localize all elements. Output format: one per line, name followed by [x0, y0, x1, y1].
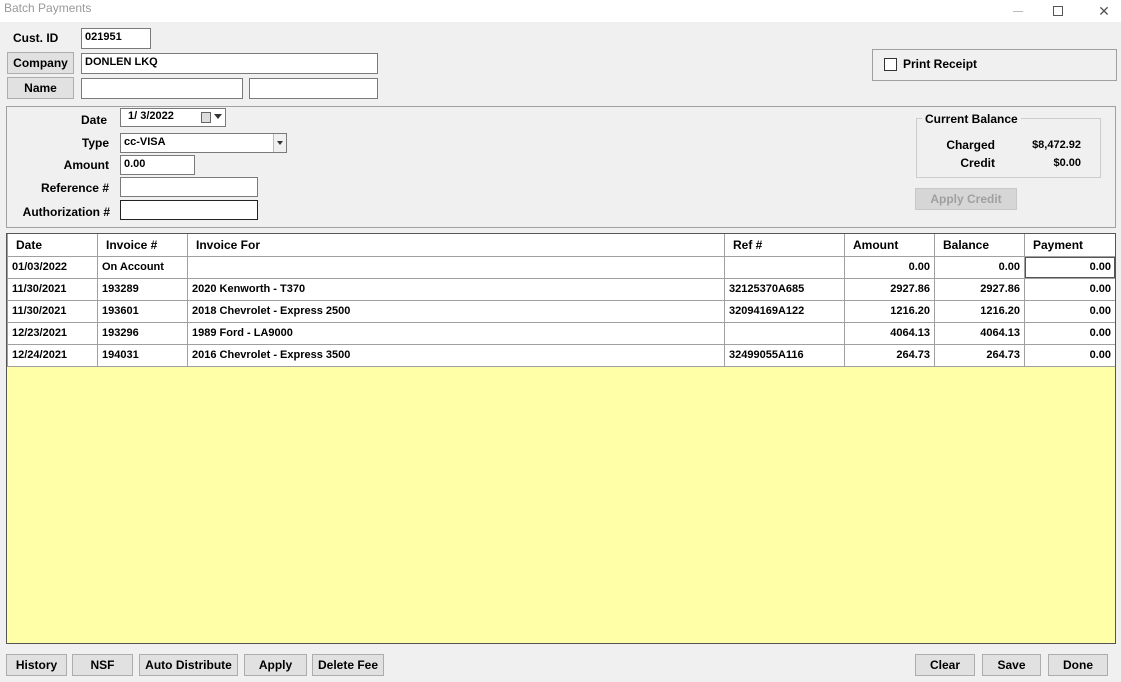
- cell-payment-input[interactable]: 0.00: [1024, 321, 1115, 345]
- column-header[interactable]: Amount: [844, 234, 935, 257]
- cell-invoice: On Account: [97, 255, 188, 279]
- apply-credit-button[interactable]: Apply Credit: [915, 188, 1017, 210]
- cell-date: 12/24/2021: [7, 343, 98, 367]
- table-header-row: Date Invoice # Invoice For Ref # Amount …: [7, 234, 1115, 257]
- table-row[interactable]: 11/30/2021 193601 2018 Chevrolet - Expre…: [7, 299, 1115, 323]
- column-header[interactable]: Balance: [934, 234, 1025, 257]
- history-button[interactable]: History: [6, 654, 67, 676]
- credit-label: Credit: [960, 156, 995, 170]
- cell-date: 11/30/2021: [7, 277, 98, 301]
- company-button[interactable]: Company: [7, 52, 74, 74]
- date-label: Date: [80, 113, 107, 127]
- authorization-field[interactable]: [120, 200, 258, 220]
- nsf-button[interactable]: NSF: [72, 654, 133, 676]
- name-last-field[interactable]: [249, 78, 378, 99]
- calendar-icon[interactable]: [201, 112, 211, 123]
- cell-payment-input[interactable]: 0.00: [1024, 343, 1115, 367]
- cell-invoice: 193296: [97, 321, 188, 345]
- maximize-icon: [1053, 6, 1063, 16]
- table-row[interactable]: 11/30/2021 193289 2020 Kenworth - T370 3…: [7, 277, 1115, 301]
- cell-date: 11/30/2021: [7, 299, 98, 323]
- save-button[interactable]: Save: [982, 654, 1041, 676]
- charged-value: $8,472.92: [1032, 139, 1081, 151]
- name-first-field[interactable]: [81, 78, 243, 99]
- cell-amount: 0.00: [844, 255, 935, 279]
- print-receipt-label: Print Receipt: [903, 57, 978, 71]
- apply-button[interactable]: Apply: [244, 654, 307, 676]
- maximize-button[interactable]: [1035, 0, 1081, 22]
- clear-button[interactable]: Clear: [915, 654, 975, 676]
- date-picker[interactable]: 1/ 3/2022: [120, 108, 226, 127]
- chevron-down-icon[interactable]: [214, 114, 222, 119]
- column-header[interactable]: Payment: [1024, 234, 1115, 257]
- delete-fee-button[interactable]: Delete Fee: [312, 654, 384, 676]
- amount-field[interactable]: 0.00: [120, 155, 195, 175]
- invoice-grid: Date Invoice # Invoice For Ref # Amount …: [6, 233, 1116, 644]
- company-field[interactable]: DONLEN LKQ: [81, 53, 378, 74]
- cell-balance: 4064.13: [934, 321, 1025, 345]
- window-title: Batch Payments: [4, 1, 92, 15]
- chevron-down-icon: [277, 141, 283, 145]
- cell-balance: 0.00: [934, 255, 1025, 279]
- print-receipt-checkbox[interactable]: [884, 58, 897, 71]
- name-button[interactable]: Name: [7, 77, 74, 99]
- reference-field[interactable]: [120, 177, 258, 197]
- cell-invoice-for: 2016 Chevrolet - Express 3500: [187, 343, 725, 367]
- cell-invoice-for: [187, 255, 725, 279]
- credit-value: $0.00: [1053, 157, 1081, 169]
- dropdown-button[interactable]: [273, 134, 286, 152]
- cell-invoice: 193601: [97, 299, 188, 323]
- cell-date: 12/23/2021: [7, 321, 98, 345]
- cell-ref: 32499055A116: [724, 343, 845, 367]
- cell-balance: 2927.86: [934, 277, 1025, 301]
- cell-ref: [724, 255, 845, 279]
- charged-label: Charged: [946, 138, 995, 152]
- current-balance-title: Current Balance: [922, 112, 1021, 126]
- cell-ref: 32125370A685: [724, 277, 845, 301]
- done-button[interactable]: Done: [1048, 654, 1108, 676]
- date-value: 1/ 3/2022: [128, 110, 174, 122]
- cell-amount: 2927.86: [844, 277, 935, 301]
- cell-amount: 4064.13: [844, 321, 935, 345]
- title-bar: [0, 0, 1121, 22]
- minimize-icon: [1013, 10, 1023, 12]
- cell-ref: 32094169A122: [724, 299, 845, 323]
- cell-date: 01/03/2022: [7, 255, 98, 279]
- cust-id-field[interactable]: 021951: [81, 28, 151, 49]
- cell-invoice-for: 2018 Chevrolet - Express 2500: [187, 299, 725, 323]
- table-row[interactable]: 01/03/2022 On Account 0.00 0.00 0.00: [7, 255, 1115, 279]
- cust-id-label: Cust. ID: [13, 31, 59, 45]
- column-header[interactable]: Ref #: [724, 234, 845, 257]
- cell-payment-input[interactable]: 0.00: [1024, 255, 1115, 279]
- cell-invoice: 193289: [97, 277, 188, 301]
- column-header[interactable]: Invoice For: [187, 234, 725, 257]
- table-row[interactable]: 12/23/2021 193296 1989 Ford - LA9000 406…: [7, 321, 1115, 345]
- amount-label: Amount: [63, 158, 109, 172]
- auto-distribute-button[interactable]: Auto Distribute: [139, 654, 238, 676]
- cell-balance: 1216.20: [934, 299, 1025, 323]
- cell-payment-input[interactable]: 0.00: [1024, 277, 1115, 301]
- invoice-table: Date Invoice # Invoice For Ref # Amount …: [7, 234, 1115, 367]
- column-header[interactable]: Date: [7, 234, 98, 257]
- cell-amount: 1216.20: [844, 299, 935, 323]
- close-button[interactable]: ✕: [1081, 0, 1121, 22]
- type-label: Type: [81, 136, 109, 150]
- reference-label: Reference #: [40, 181, 109, 195]
- cell-invoice: 194031: [97, 343, 188, 367]
- cell-invoice-for: 1989 Ford - LA9000: [187, 321, 725, 345]
- type-value: cc-VISA: [124, 136, 166, 148]
- column-header[interactable]: Invoice #: [97, 234, 188, 257]
- cell-amount: 264.73: [844, 343, 935, 367]
- cell-balance: 264.73: [934, 343, 1025, 367]
- cell-invoice-for: 2020 Kenworth - T370: [187, 277, 725, 301]
- cell-payment-input[interactable]: 0.00: [1024, 299, 1115, 323]
- cell-ref: [724, 321, 845, 345]
- authorization-label: Authorization #: [22, 205, 110, 219]
- table-row[interactable]: 12/24/2021 194031 2016 Chevrolet - Expre…: [7, 343, 1115, 367]
- close-icon: ✕: [1098, 2, 1110, 19]
- type-select[interactable]: cc-VISA: [120, 133, 287, 153]
